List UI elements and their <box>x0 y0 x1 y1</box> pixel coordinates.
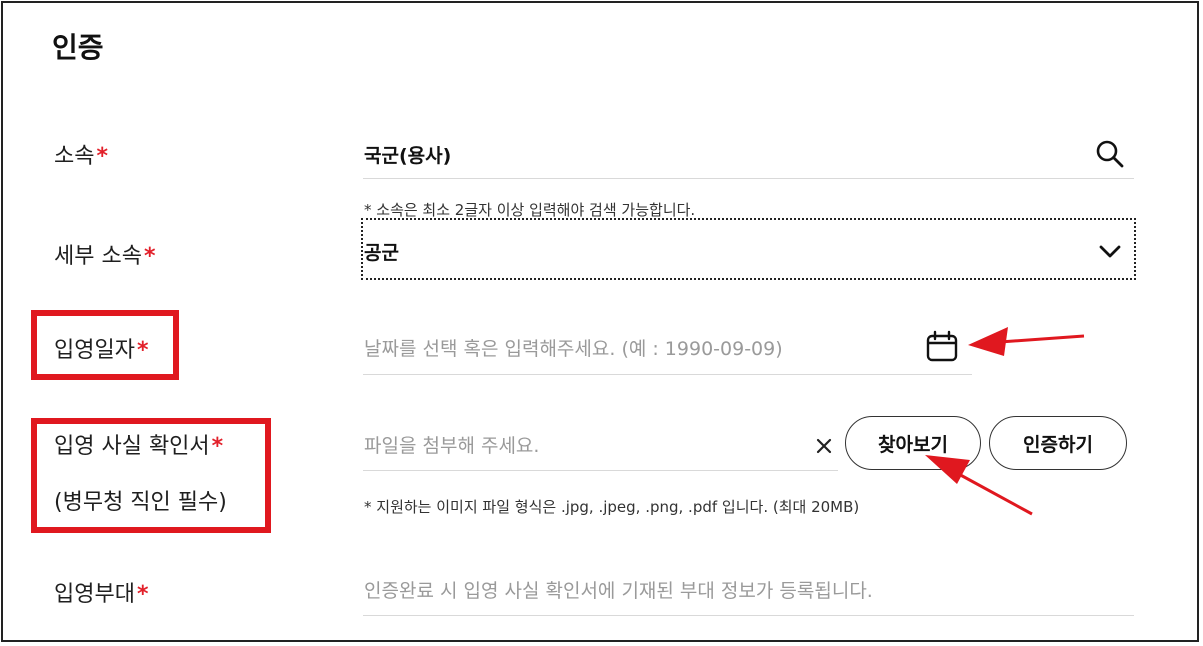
arrow-to-browse <box>925 455 1033 516</box>
arrow-to-calendar <box>968 327 1085 356</box>
annotation-arrows <box>925 327 1085 516</box>
